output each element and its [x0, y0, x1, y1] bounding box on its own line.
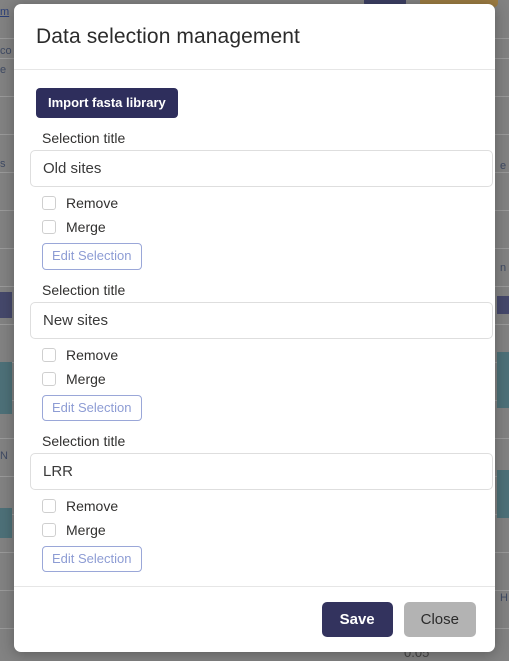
background-text-fragment: e: [0, 64, 7, 76]
remove-checkbox-row[interactable]: Remove: [42, 498, 479, 514]
dialog-footer: Save Close: [14, 586, 495, 652]
import-fasta-library-button[interactable]: Import fasta library: [36, 88, 178, 119]
background-text-fragment: co: [0, 45, 12, 57]
remove-checkbox[interactable]: [42, 498, 56, 513]
merge-checkbox-row[interactable]: Merge: [42, 219, 479, 235]
selection-title-input[interactable]: [30, 301, 493, 339]
save-button[interactable]: Save: [321, 602, 393, 637]
merge-checkbox-label: Merge: [66, 521, 106, 538]
remove-checkbox[interactable]: [42, 347, 56, 362]
dialog-header: Data selection management: [14, 4, 495, 70]
background-text-fragment: s: [0, 158, 6, 170]
remove-checkbox-row[interactable]: Remove: [42, 347, 479, 363]
selection-group: Selection title Remove Merge Edit Select…: [22, 130, 493, 270]
merge-checkbox-row[interactable]: Merge: [42, 522, 479, 538]
edit-selection-button[interactable]: Edit Selection: [42, 394, 142, 421]
merge-checkbox-label: Merge: [66, 219, 106, 236]
merge-checkbox[interactable]: [42, 220, 56, 235]
background-row-highlight: [0, 292, 12, 318]
close-button[interactable]: Close: [403, 602, 476, 637]
data-selection-management-dialog: Data selection management Import fasta l…: [14, 4, 495, 652]
merge-checkbox[interactable]: [42, 371, 56, 386]
selection-group: Selection title Remove Merge Edit Select…: [22, 432, 493, 573]
background-text-fragment: N: [0, 450, 8, 462]
import-section: Import fasta library: [22, 88, 487, 119]
remove-checkbox[interactable]: [42, 196, 56, 211]
background-row-highlight: [0, 362, 12, 414]
background-text-fragment[interactable]: m: [0, 6, 9, 18]
screen: m co e s N e n H 0.05 Data selection man…: [0, 0, 509, 661]
selection-title-label: Selection title: [42, 432, 126, 449]
background-text-fragment: n: [500, 262, 507, 274]
remove-checkbox-row[interactable]: Remove: [42, 195, 479, 211]
background-row-highlight: [497, 352, 509, 408]
remove-checkbox-label: Remove: [66, 346, 119, 363]
remove-checkbox-label: Remove: [66, 195, 119, 212]
merge-checkbox-row[interactable]: Merge: [42, 371, 479, 387]
selection-title-input[interactable]: [30, 452, 493, 490]
selection-group: Selection title Remove Merge Edit Select…: [22, 281, 493, 421]
background-row-highlight: [497, 296, 509, 314]
background-text-fragment: e: [500, 160, 507, 172]
remove-checkbox-label: Remove: [66, 497, 119, 514]
edit-selection-button[interactable]: Edit Selection: [42, 545, 142, 573]
selection-title-label: Selection title: [42, 130, 126, 147]
background-row-highlight: [0, 508, 12, 538]
merge-checkbox-label: Merge: [66, 370, 106, 387]
edit-selection-button[interactable]: Edit Selection: [42, 243, 142, 270]
dialog-body: Import fasta library Selection title Rem…: [14, 70, 495, 586]
selection-title-label: Selection title: [42, 281, 126, 298]
merge-checkbox[interactable]: [42, 522, 56, 537]
selection-title-input[interactable]: [30, 150, 493, 188]
background-row-highlight: [497, 470, 509, 518]
page-title: Data selection management: [36, 24, 300, 48]
background-text-fragment: H: [500, 592, 508, 604]
